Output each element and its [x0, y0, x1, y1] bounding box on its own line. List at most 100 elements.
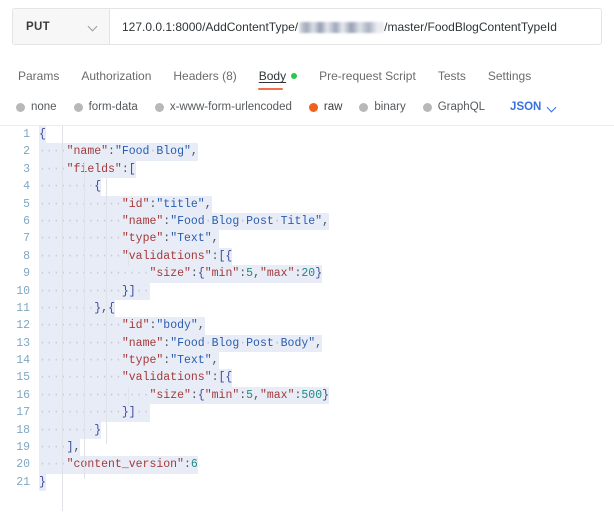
code-text: ········}	[39, 421, 102, 440]
body-type-label: GraphQL	[437, 101, 486, 113]
line-number: 12	[16, 319, 30, 333]
code-text: {	[39, 126, 46, 144]
code-text: ············"name":"Food·Blog·Post·Body"…	[39, 334, 323, 353]
code-lines: 1 {2 ····"name":"Food·Blog", 3 ····"fields":…	[0, 126, 614, 492]
code-text: ········{	[39, 178, 102, 196]
code-text: ············"validations":[{	[39, 369, 233, 387]
code-line: 8 ············"validations":[{	[0, 247, 614, 266]
code-line: 12 ············"id":"body",	[0, 317, 614, 335]
http-method-label: PUT	[26, 20, 50, 33]
code-line: 9 ················"size":{"min":5,"max":2…	[0, 265, 614, 283]
code-text: ····"content_version":6	[39, 456, 198, 474]
line-number: 9	[23, 267, 30, 281]
code-line: 19 ····],	[0, 439, 614, 457]
body-type-x-www-form-urlencoded[interactable]: x-www-form-urlencoded	[154, 101, 292, 113]
code-text: ············"validations":[{	[39, 247, 233, 266]
code-text: ············}]··	[39, 404, 150, 422]
code-text: ············"type":"Text",	[39, 230, 219, 248]
line-number: 13	[16, 336, 30, 350]
tab-params[interactable]: Params	[18, 69, 59, 90]
code-text: ················"size":{"min":5,"max":20…	[39, 265, 323, 283]
code-text: ····"fields":[	[39, 160, 136, 179]
code-text: ····],	[39, 439, 81, 457]
tab-headers[interactable]: Headers (8)	[173, 69, 236, 90]
code-line: 15 ············"validations":[{	[0, 369, 614, 387]
code-line: 6 ············"name":"Food·Blog·Post·Titl…	[0, 212, 614, 231]
code-text: ············"name":"Food·Blog·Post·Title…	[39, 212, 329, 231]
tab-tests[interactable]: Tests	[438, 69, 466, 90]
code-line: 21}	[0, 473, 614, 492]
line-number: 3	[23, 162, 30, 176]
tab-label: Body	[258, 69, 287, 83]
body-type-graphql[interactable]: GraphQL	[422, 101, 486, 113]
code-line: 20 ····"content_version":6	[0, 456, 614, 474]
body-format-select[interactable]: JSON	[510, 101, 557, 113]
code-line: 7 ············"type":"Text",	[0, 230, 614, 248]
code-text: ············"id":"title",	[39, 195, 212, 213]
body-type-options: none form-data x-www-form-urlencoded raw…	[16, 101, 614, 113]
url-suffix: /master/FoodBlogContentTypeId	[384, 19, 557, 34]
tab-authorization[interactable]: Authorization	[81, 69, 151, 90]
request-url-input[interactable]: 127.0.0.1:8000/AddContentType/ /master/Fo…	[110, 9, 601, 44]
code-text: }	[39, 473, 46, 492]
tab-label: Pre-request Script	[319, 69, 416, 83]
radio-selected-icon	[308, 102, 318, 112]
radio-icon	[73, 102, 83, 112]
tab-body[interactable]: Body	[257, 69, 298, 90]
line-number: 5	[23, 197, 30, 211]
tab-label: Authorization	[81, 69, 152, 83]
code-line: 5 ············"id":"title",	[0, 195, 614, 213]
line-number: 10	[16, 284, 30, 298]
line-number: 6	[23, 214, 30, 228]
url-prefix: 127.0.0.1:8000/AddContentType/	[122, 19, 299, 34]
url-redacted-segment	[298, 21, 385, 33]
line-number: 11	[16, 301, 30, 315]
line-number: 15	[16, 371, 30, 385]
tab-label: Headers (8)	[173, 69, 237, 83]
code-line: 2 ····"name":"Food·Blog",	[0, 143, 614, 161]
code-text: ········},{	[39, 299, 115, 318]
chevron-down-icon	[89, 22, 98, 31]
line-number: 20	[16, 458, 30, 472]
code-text: ············"id":"body",	[39, 317, 205, 335]
line-number: 19	[16, 441, 30, 455]
body-type-binary[interactable]: binary	[359, 101, 406, 113]
code-line: 16 ················"size":{"min":5,"max":…	[0, 386, 614, 405]
line-number: 8	[23, 249, 30, 263]
code-line: 3 ····"fields":[	[0, 160, 614, 179]
body-type-label: raw	[323, 101, 343, 113]
line-number: 14	[16, 354, 30, 368]
code-text: ············}]··	[39, 282, 150, 300]
line-number: 7	[23, 232, 30, 246]
body-type-raw[interactable]: raw	[308, 101, 343, 113]
code-line: 17 ············}]··	[0, 404, 614, 422]
http-method-select[interactable]: PUT	[13, 9, 110, 44]
code-line: 10 ············}]··	[0, 282, 614, 300]
code-line: 11 ········},{	[0, 299, 614, 318]
line-number: 1	[23, 128, 30, 141]
radio-icon	[16, 102, 25, 112]
radio-icon	[359, 102, 369, 112]
body-type-label: form-data	[88, 101, 138, 113]
line-number: 17	[16, 406, 30, 420]
tab-label: Tests	[437, 69, 466, 83]
body-type-form-data[interactable]: form-data	[73, 101, 138, 113]
body-type-label: none	[31, 101, 57, 113]
body-type-label: x-www-form-urlencoded	[169, 101, 292, 113]
tab-pre-request-script[interactable]: Pre-request Script	[319, 69, 416, 90]
code-line: 13 ············"name":"Food·Blog·Post·Bod…	[0, 334, 614, 353]
code-text: ····"name":"Food·Blog",	[39, 143, 198, 161]
tab-label: Params	[18, 69, 60, 83]
line-number: 2	[23, 145, 30, 159]
radio-icon	[422, 102, 432, 112]
tab-settings[interactable]: Settings	[488, 69, 531, 90]
code-text: ················"size":{"min":5,"max":50…	[39, 386, 330, 405]
body-type-label: binary	[374, 101, 406, 113]
line-number: 21	[16, 475, 30, 489]
body-format-label: JSON	[510, 101, 542, 113]
tab-label: Settings	[487, 69, 532, 83]
radio-icon	[154, 102, 164, 112]
body-type-none[interactable]: none	[16, 101, 57, 113]
request-body-editor[interactable]: 1 {2 ····"name":"Food·Blog", 3 ····"fields":…	[0, 125, 614, 511]
code-text: ············"type":"Text",	[39, 352, 219, 370]
